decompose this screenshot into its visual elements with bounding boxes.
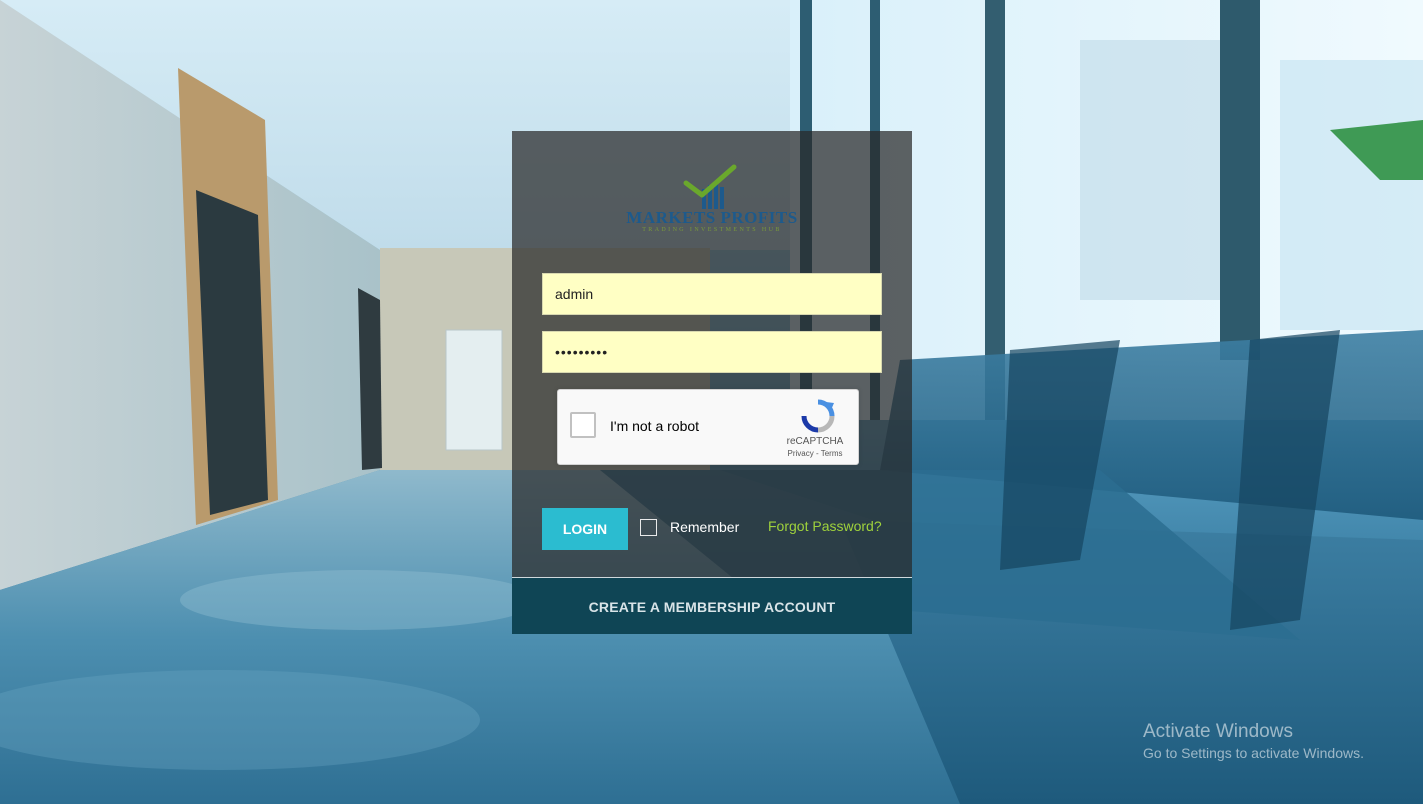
recaptcha-logo-icon (801, 399, 835, 433)
remember-label: Remember (670, 519, 740, 535)
recaptcha-label: I'm not a robot (610, 418, 700, 434)
recaptcha-checkbox[interactable] (570, 412, 596, 438)
checkmark-chart-logo-icon (683, 164, 737, 209)
recaptcha-widget: I'm not a robot reCAPTCHA Privacy - Term… (557, 389, 859, 465)
brand-name: MARKETS PROFITS (626, 208, 798, 227)
watermark-title: Activate Windows (1143, 721, 1293, 742)
login-panel: MARKETS PROFITS TRADING INVESTMENTS HUB … (512, 131, 912, 634)
remember-checkbox[interactable] (640, 519, 657, 536)
create-account-button[interactable]: CREATE A MEMBERSHIP ACCOUNT (512, 578, 912, 634)
brand-logo: MARKETS PROFITS TRADING INVESTMENTS HUB (622, 161, 802, 236)
login-button[interactable]: LOGIN (542, 508, 628, 550)
login-page: MARKETS PROFITS TRADING INVESTMENTS HUB … (0, 0, 1423, 804)
password-input[interactable] (542, 331, 882, 373)
brand-tagline: TRADING INVESTMENTS HUB (642, 227, 782, 233)
watermark-subtitle: Go to Settings to activate Windows. (1143, 745, 1364, 761)
username-input[interactable] (542, 273, 882, 315)
windows-activation-watermark: Activate Windows Go to Settings to activ… (1143, 721, 1364, 761)
forgot-password-link[interactable]: Forgot Password? (768, 518, 882, 534)
recaptcha-brand: reCAPTCHA (786, 436, 844, 447)
recaptcha-privacy-terms[interactable]: Privacy - Terms (780, 449, 850, 458)
